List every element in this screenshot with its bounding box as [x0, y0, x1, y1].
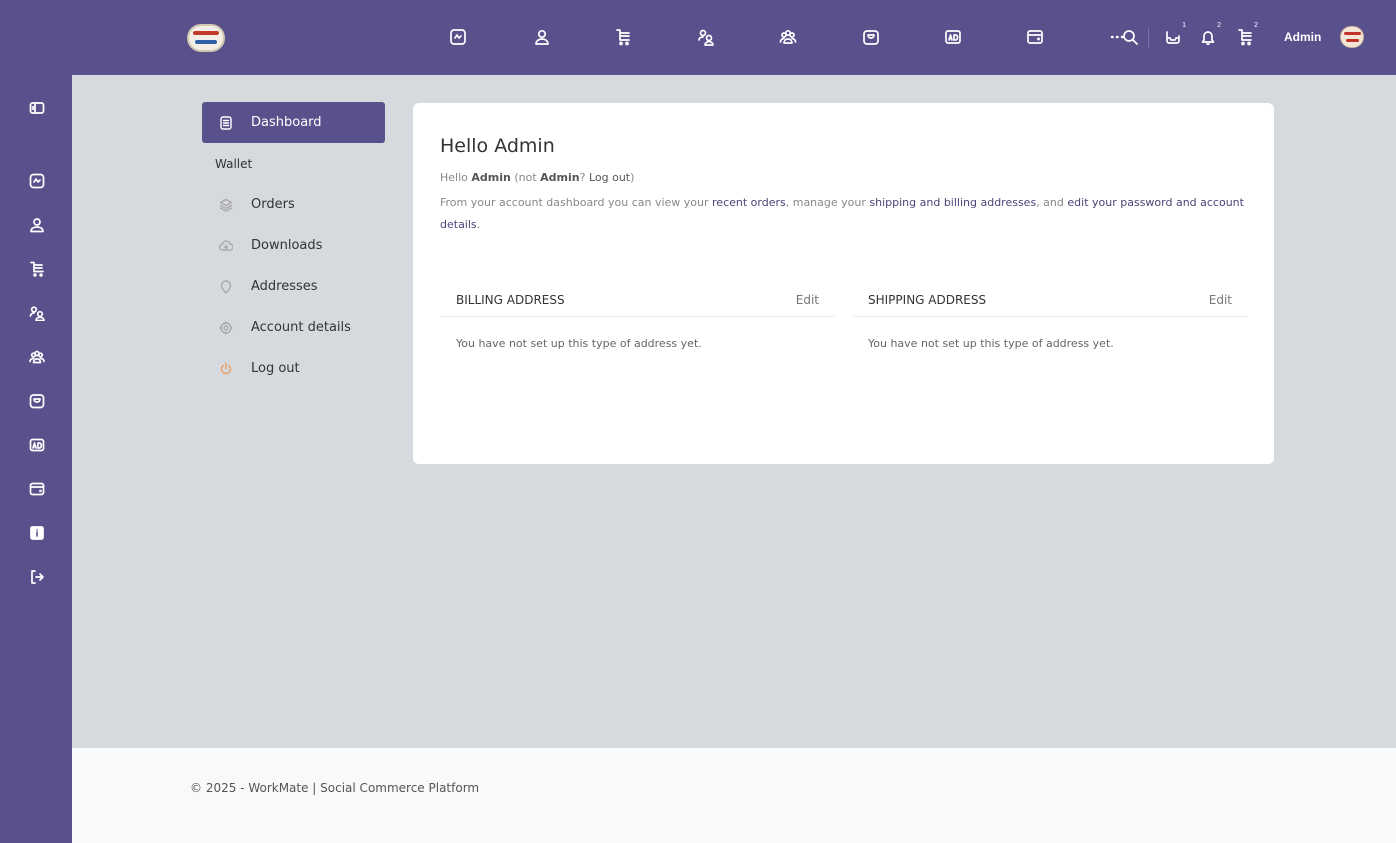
nav-account-details[interactable]: Account details [202, 307, 385, 348]
location-icon [219, 279, 233, 294]
store-icon[interactable] [862, 28, 880, 46]
ads-icon[interactable] [944, 28, 962, 46]
billing-address-header: BILLING ADDRESS Edit [440, 283, 835, 317]
addresses-link[interactable]: shipping and billing addresses [869, 196, 1036, 209]
dashboard-description: From your account dashboard you can view… [440, 192, 1260, 236]
friends-icon[interactable] [697, 28, 715, 46]
settings-icon [219, 320, 233, 335]
greeting-name: Admin [471, 171, 511, 184]
store-icon[interactable] [29, 393, 47, 411]
nav-downloads[interactable]: Downloads [202, 225, 385, 266]
top-navbar: 1 2 2 Admin [0, 0, 1396, 75]
billing-address-text: You have not set up this type of address… [456, 337, 702, 350]
orders-icon [219, 198, 233, 212]
groups-icon[interactable] [29, 349, 47, 367]
billing-address-section: BILLING ADDRESS Edit You have not set up… [440, 283, 835, 370]
shop-cart-icon[interactable] [614, 28, 632, 46]
nav-label: Downloads [251, 238, 323, 253]
shipping-address-text: You have not set up this type of address… [868, 337, 1114, 350]
nav-label: Log out [251, 361, 300, 376]
search-icon[interactable] [1121, 28, 1139, 46]
cart-icon[interactable]: 2 [1236, 22, 1258, 46]
avatar[interactable] [1340, 26, 1364, 48]
info-icon[interactable] [29, 525, 47, 543]
footer-copyright: © 2025 - WorkMate | Social Commerce Plat… [190, 781, 480, 795]
greeting-name-2: Admin [540, 171, 580, 184]
shop-cart-icon[interactable] [29, 261, 47, 279]
left-sidebar [0, 75, 72, 843]
greeting-line: Hello Admin (not Admin? Log out) [440, 171, 634, 184]
desc-text-1: From your account dashboard you can view… [440, 196, 709, 209]
feed-icon[interactable] [29, 173, 47, 191]
nav-wallet[interactable]: Wallet [202, 143, 385, 184]
user-icon[interactable] [29, 217, 47, 235]
greeting-question: ? [579, 171, 586, 184]
greeting-not: (not [514, 171, 537, 184]
wallet-icon[interactable] [29, 481, 47, 499]
collapse-icon[interactable] [29, 100, 47, 118]
nav-label: Addresses [251, 279, 318, 294]
logout-link[interactable]: Log out [589, 171, 630, 184]
nav-label: Wallet [215, 156, 253, 171]
desc-text-3: , and [1036, 196, 1064, 209]
greeting-hello: Hello [440, 171, 468, 184]
dashboard-icon [219, 115, 233, 130]
topbar-divider [1148, 28, 1149, 48]
notification-count: 2 [1217, 22, 1221, 29]
desc-text-4: . [476, 218, 481, 231]
logout-icon[interactable] [29, 569, 47, 587]
nav-log-out[interactable]: Log out [202, 348, 385, 389]
shipping-edit-link[interactable]: Edit [1209, 293, 1232, 307]
desc-text-2: , manage your [785, 196, 866, 209]
dashboard-card: Hello Admin Hello Admin (not Admin? Log … [413, 103, 1274, 464]
message-count: 1 [1182, 22, 1186, 29]
account-navigation: Dashboard Wallet Orders Downloads Addres… [202, 102, 385, 389]
downloads-icon [219, 239, 233, 253]
bell-icon[interactable]: 2 [1199, 22, 1221, 46]
shipping-address-heading: SHIPPING ADDRESS [868, 292, 987, 307]
user-name[interactable]: Admin [1284, 30, 1321, 44]
recent-orders-link[interactable]: recent orders [712, 196, 786, 209]
nav-label: Dashboard [251, 115, 322, 130]
cart-count: 2 [1254, 22, 1258, 29]
nav-dashboard[interactable]: Dashboard [202, 102, 385, 143]
footer: © 2025 - WorkMate | Social Commerce Plat… [72, 748, 1396, 843]
nav-addresses[interactable]: Addresses [202, 266, 385, 307]
groups-icon[interactable] [779, 28, 797, 46]
nav-label: Account details [251, 320, 351, 335]
nav-label: Orders [251, 197, 295, 212]
workmate-logo[interactable] [187, 24, 225, 52]
billing-edit-link[interactable]: Edit [796, 293, 819, 307]
shipping-address-section: SHIPPING ADDRESS Edit You have not set u… [852, 283, 1248, 370]
feed-icon[interactable] [449, 28, 467, 46]
greeting-close: ) [630, 171, 635, 184]
page-title: Hello Admin [440, 135, 555, 157]
wallet-icon[interactable] [1026, 28, 1044, 46]
friends-icon[interactable] [29, 305, 47, 323]
message-icon[interactable]: 1 [1164, 22, 1186, 46]
billing-address-heading: BILLING ADDRESS [456, 292, 565, 307]
power-icon [219, 362, 233, 376]
user-icon[interactable] [533, 28, 551, 46]
shipping-address-header: SHIPPING ADDRESS Edit [852, 283, 1248, 317]
ads-icon[interactable] [29, 437, 47, 455]
nav-orders[interactable]: Orders [202, 184, 385, 225]
